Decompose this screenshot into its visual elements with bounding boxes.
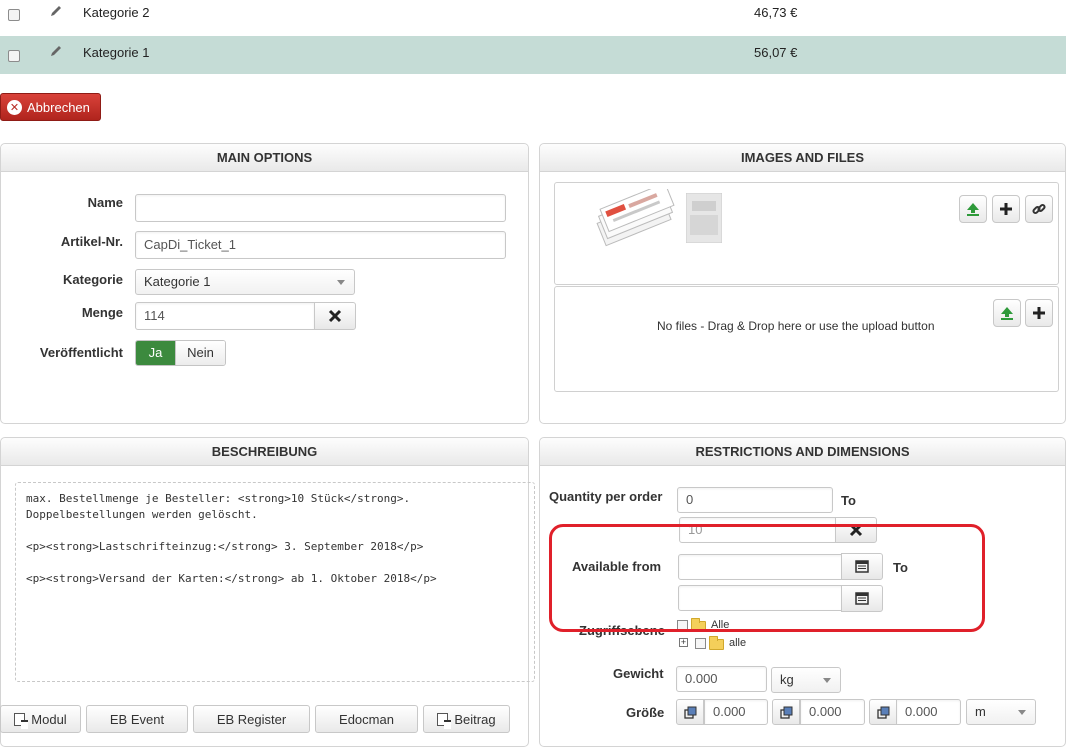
highlight-annotation xyxy=(549,524,985,632)
edocman-button[interactable]: Edocman xyxy=(315,705,418,733)
clear-quantity-button[interactable] xyxy=(314,302,356,330)
edocman-button-label: Edocman xyxy=(339,711,394,727)
eb-event-button-label: EB Event xyxy=(109,711,165,727)
upload-icon xyxy=(967,203,979,216)
sku-field[interactable]: CapDi_Ticket_1 xyxy=(135,231,506,259)
weight-unit-select[interactable]: kg xyxy=(771,667,841,693)
length-field[interactable]: 0.000 xyxy=(704,699,768,725)
row-checkbox[interactable] xyxy=(8,9,20,21)
article-button-label: Beitrag xyxy=(454,711,496,727)
ticket-image-thumbnail[interactable] xyxy=(585,189,685,253)
close-icon xyxy=(328,309,342,323)
plus-icon xyxy=(1033,307,1045,319)
add-image-button[interactable] xyxy=(992,195,1020,223)
table-row[interactable]: Kategorie 1 56,07 € xyxy=(0,36,1066,74)
category-price: 56,07 € xyxy=(754,45,798,60)
eb-event-button[interactable]: EB Event xyxy=(86,705,188,733)
weight-unit-value: kg xyxy=(780,672,794,687)
weight-field[interactable]: 0.000 xyxy=(676,666,767,692)
description-panel: BESCHREIBUNG max. Bestellmenge je Bestel… xyxy=(0,437,535,747)
cancel-button-label: Abbrechen xyxy=(27,99,90,115)
description-editor[interactable]: max. Bestellmenge je Besteller: <strong>… xyxy=(15,482,535,682)
panel-title: MAIN OPTIONS xyxy=(1,144,528,172)
module-button[interactable]: Modul xyxy=(0,705,81,733)
pencil-icon[interactable] xyxy=(49,4,63,18)
cube-icon xyxy=(779,706,792,719)
document-add-icon xyxy=(14,712,29,729)
upload-icon xyxy=(1001,307,1013,320)
height-field[interactable]: 0.000 xyxy=(896,699,961,725)
close-circle-icon: ✕ xyxy=(7,99,22,115)
access-checkbox-alle-child[interactable] xyxy=(695,638,706,649)
upload-file-button[interactable] xyxy=(993,299,1021,327)
module-button-label: Modul xyxy=(31,711,67,727)
add-file-button[interactable] xyxy=(1025,299,1053,327)
category-label: Kategorie xyxy=(63,272,123,287)
published-label: Veröffentlicht xyxy=(39,345,123,360)
panel-title: IMAGES AND FILES xyxy=(540,144,1065,172)
published-no-option[interactable]: Nein xyxy=(175,341,225,365)
category-price: 46,73 € xyxy=(754,5,798,20)
weight-label: Gewicht xyxy=(613,666,664,681)
access-tree-item[interactable]: alle xyxy=(729,637,746,649)
upload-image-button[interactable] xyxy=(959,195,987,223)
name-label: Name xyxy=(87,195,123,210)
cancel-button[interactable]: ✕ Abbrechen xyxy=(0,93,101,121)
link-image-button[interactable] xyxy=(1025,195,1053,223)
images-dropzone[interactable] xyxy=(554,182,1059,285)
chevron-down-icon xyxy=(1018,710,1026,715)
category-name[interactable]: Kategorie 1 xyxy=(83,45,150,60)
panel-title: BESCHREIBUNG xyxy=(1,438,528,466)
name-field[interactable] xyxy=(135,194,506,222)
expand-plus-icon[interactable]: + xyxy=(679,638,688,647)
article-button[interactable]: Beitrag xyxy=(423,705,510,733)
plus-icon xyxy=(1000,203,1012,215)
cube-icon xyxy=(876,706,889,719)
width-field[interactable]: 0.000 xyxy=(800,699,865,725)
qty-per-order-label: Quantity per order xyxy=(549,489,663,504)
published-toggle[interactable]: Ja Nein xyxy=(135,340,226,366)
width-icon xyxy=(772,699,800,725)
no-files-text: No files - Drag & Drop here or use the u… xyxy=(657,319,935,333)
quantity-field[interactable]: 114 xyxy=(135,302,315,330)
qty-to-label: To xyxy=(841,493,856,508)
files-dropzone[interactable]: No files - Drag & Drop here or use the u… xyxy=(554,286,1059,392)
document-add-icon xyxy=(437,712,452,729)
size-label: Größe xyxy=(626,705,665,720)
qty-min-field[interactable]: 0 xyxy=(677,487,833,513)
row-checkbox[interactable] xyxy=(8,50,20,62)
category-select-value: Kategorie 1 xyxy=(144,274,211,289)
images-files-panel: IMAGES AND FILES No files - Drag & Drop … xyxy=(539,143,1066,424)
category-name[interactable]: Kategorie 2 xyxy=(83,5,150,20)
category-select[interactable]: Kategorie 1 xyxy=(135,269,355,295)
cube-icon xyxy=(683,706,696,719)
main-options-panel: MAIN OPTIONS Name Artikel-Nr. CapDi_Tick… xyxy=(0,143,529,424)
link-icon xyxy=(1032,203,1046,215)
chevron-down-icon xyxy=(823,678,831,683)
size-unit-value: m xyxy=(975,704,986,719)
eb-register-button[interactable]: EB Register xyxy=(193,705,310,733)
eb-register-button-label: EB Register xyxy=(216,711,287,727)
sku-label: Artikel-Nr. xyxy=(60,234,123,249)
size-unit-select[interactable]: m xyxy=(966,699,1036,725)
quantity-label: Menge xyxy=(81,305,123,320)
seat-plan-thumbnail[interactable] xyxy=(686,193,722,243)
height-icon xyxy=(869,699,897,725)
chevron-down-icon xyxy=(337,280,345,285)
table-row[interactable]: Kategorie 2 46,73 € xyxy=(0,0,1066,32)
pencil-icon[interactable] xyxy=(49,44,63,58)
panel-title: RESTRICTIONS AND DIMENSIONS xyxy=(540,438,1065,466)
folder-icon xyxy=(709,636,724,650)
published-yes-option[interactable]: Ja xyxy=(136,341,175,365)
length-icon xyxy=(676,699,704,725)
